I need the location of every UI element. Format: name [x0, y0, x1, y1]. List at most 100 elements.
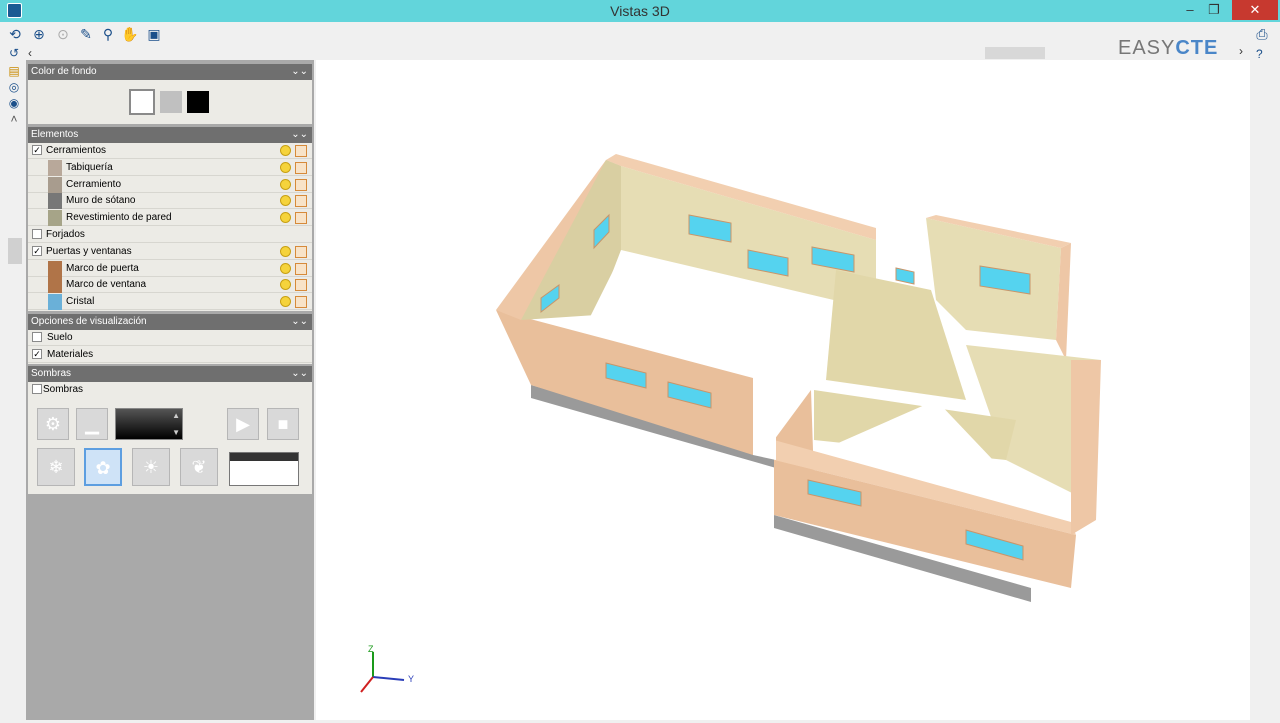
collapse-chevron-icon[interactable]: ⌄⌄ — [291, 314, 308, 330]
restore-button[interactable]: ❐ — [1200, 0, 1228, 20]
pen-icon[interactable]: ✎ — [77, 25, 95, 43]
x-axis-line — [360, 676, 374, 693]
element-row[interactable]: Marco de ventana — [28, 277, 312, 294]
element-row[interactable]: Forjados — [28, 227, 312, 243]
down-arrow-icon[interactable]: ▼ — [172, 428, 180, 437]
visibility-bulb-icon[interactable] — [280, 262, 291, 274]
landscape-button[interactable]: ▁ — [76, 408, 108, 440]
shadow-settings-button[interactable]: ⚙ — [37, 408, 69, 440]
materials-checkbox[interactable]: ✓ — [32, 349, 42, 359]
view-options-header[interactable]: Opciones de visualización ⌄⌄ — [28, 314, 312, 330]
play-button[interactable]: ▶ — [227, 408, 259, 440]
elements-header[interactable]: Elementos ⌄⌄ — [28, 127, 312, 143]
exterior-wall-right-end — [1071, 360, 1101, 535]
collapse-chevron-icon[interactable]: ⌄⌄ — [291, 366, 308, 382]
summer-button[interactable]: ☀ — [132, 448, 170, 486]
export-icon[interactable]: ⎙ — [1253, 25, 1271, 43]
spring-button[interactable]: ✿ — [84, 448, 122, 486]
fit-view-icon[interactable]: ▣ — [145, 25, 163, 43]
collapse-chevron-icon[interactable]: ⌄⌄ — [291, 64, 308, 80]
shadows-checkbox[interactable] — [32, 384, 42, 394]
scroll-left-icon[interactable]: ‹ — [28, 46, 32, 60]
option-row-materials[interactable]: ✓ Materiales — [28, 347, 312, 363]
element-row[interactable]: ✓ Puertas y ventanas — [28, 244, 312, 260]
element-row[interactable]: Tabiquería — [28, 159, 312, 176]
element-checkbox[interactable] — [32, 229, 42, 239]
material-color-chip[interactable] — [48, 294, 62, 311]
zoom-icon[interactable]: ⚲ — [99, 25, 117, 43]
visibility-bulb-icon[interactable] — [280, 245, 291, 257]
white-swatch[interactable] — [129, 89, 155, 115]
material-color-chip[interactable] — [48, 260, 62, 277]
transparency-box-icon[interactable] — [295, 161, 307, 174]
zoom-previous-icon[interactable]: ⊙ — [54, 25, 72, 43]
transparency-box-icon[interactable] — [295, 262, 307, 275]
element-row[interactable]: Revestimiento de pared — [28, 210, 312, 227]
element-row[interactable]: Cerramiento — [28, 176, 312, 193]
floor-checkbox[interactable] — [32, 332, 42, 342]
visibility-bulb-icon[interactable] — [280, 178, 291, 190]
stop-button[interactable]: ■ — [267, 408, 299, 440]
layers-icon[interactable]: ◎ — [7, 80, 21, 94]
time-selector[interactable]: ▲ ▼ — [115, 408, 183, 440]
close-button[interactable]: ✕ — [1232, 0, 1278, 20]
winter-button[interactable]: ❄ — [37, 448, 75, 486]
visibility-bulb-icon[interactable] — [280, 296, 291, 308]
material-color-chip[interactable] — [48, 277, 62, 294]
up-arrow-icon[interactable]: ▲ — [172, 411, 180, 420]
scroll-right-icon[interactable]: › — [1239, 44, 1243, 58]
autumn-button[interactable]: ❦ — [180, 448, 218, 486]
material-color-chip[interactable] — [48, 193, 62, 210]
horizontal-scrollbar[interactable] — [0, 46, 1280, 60]
collapse-chevron-icon[interactable]: ⌄⌄ — [291, 127, 308, 143]
visibility-bulb-icon[interactable] — [280, 195, 291, 207]
material-color-chip[interactable] — [48, 176, 62, 193]
visibility-bulb-icon[interactable] — [280, 212, 291, 224]
side-panel: Color de fondo ⌄⌄ Elementos ⌄⌄ ✓ Cerramient… — [26, 60, 314, 720]
pan-hand-icon[interactable]: ✋ — [121, 25, 139, 43]
window-glass — [895, 267, 915, 285]
rotate-icon[interactable]: ⟲ — [6, 25, 24, 43]
option-row-floor[interactable]: Suelo — [28, 330, 312, 346]
element-row[interactable]: Marco de puerta — [28, 260, 312, 277]
transparency-box-icon[interactable] — [295, 279, 307, 292]
black-swatch[interactable] — [187, 91, 209, 113]
gray-swatch[interactable] — [160, 91, 182, 113]
shadows-header[interactable]: Sombras ⌄⌄ — [28, 366, 312, 382]
toolbar: ⟲ ⊕ ⊙ ✎ ⚲ ✋ ▣ ⎙ — [0, 22, 1280, 46]
element-checkbox[interactable]: ✓ — [32, 145, 42, 155]
element-label: Revestimiento de pared — [66, 212, 172, 224]
transparency-box-icon[interactable] — [295, 296, 307, 309]
element-row[interactable]: ✓ Cerramientos — [28, 143, 312, 159]
3d-viewport[interactable]: Z Y — [316, 60, 1250, 720]
eye-icon[interactable]: ◉ — [7, 96, 21, 110]
transparency-box-icon[interactable] — [295, 212, 307, 225]
visibility-bulb-icon[interactable] — [280, 279, 291, 291]
element-row[interactable]: Muro de sótano — [28, 193, 312, 210]
transparency-box-icon[interactable] — [295, 245, 307, 258]
material-color-chip[interactable] — [48, 159, 62, 176]
background-color-header[interactable]: Color de fondo ⌄⌄ — [28, 64, 312, 80]
material-color-chip[interactable] — [48, 210, 62, 227]
shadows-row[interactable]: Sombras — [28, 382, 312, 398]
zoom-window-icon[interactable]: ⊕ — [30, 25, 48, 43]
transparency-box-icon[interactable] — [295, 178, 307, 191]
help-icon[interactable]: ? — [1256, 47, 1263, 61]
door-opening — [753, 412, 776, 460]
element-row[interactable]: Cristal — [28, 294, 312, 311]
background-color-body — [28, 80, 312, 124]
building-3d-model: Z Y — [360, 154, 1101, 693]
panel-splitter[interactable] — [8, 238, 22, 264]
transparency-box-icon[interactable] — [295, 195, 307, 208]
element-checkbox[interactable]: ✓ — [32, 245, 42, 256]
element-label: Tabiquería — [66, 161, 113, 173]
undo-view-icon[interactable]: ↺ — [7, 46, 21, 60]
transparency-box-icon[interactable] — [295, 145, 307, 157]
brand-logo: EASYCTE — [1118, 37, 1219, 59]
collapse-up-icon[interactable]: ˄ — [7, 112, 21, 126]
visibility-bulb-icon[interactable] — [280, 145, 291, 156]
folder-icon[interactable]: ▤ — [7, 64, 21, 78]
visibility-bulb-icon[interactable] — [280, 161, 291, 173]
scrollbar-thumb[interactable] — [985, 47, 1045, 59]
calendar-icon[interactable] — [229, 452, 299, 486]
